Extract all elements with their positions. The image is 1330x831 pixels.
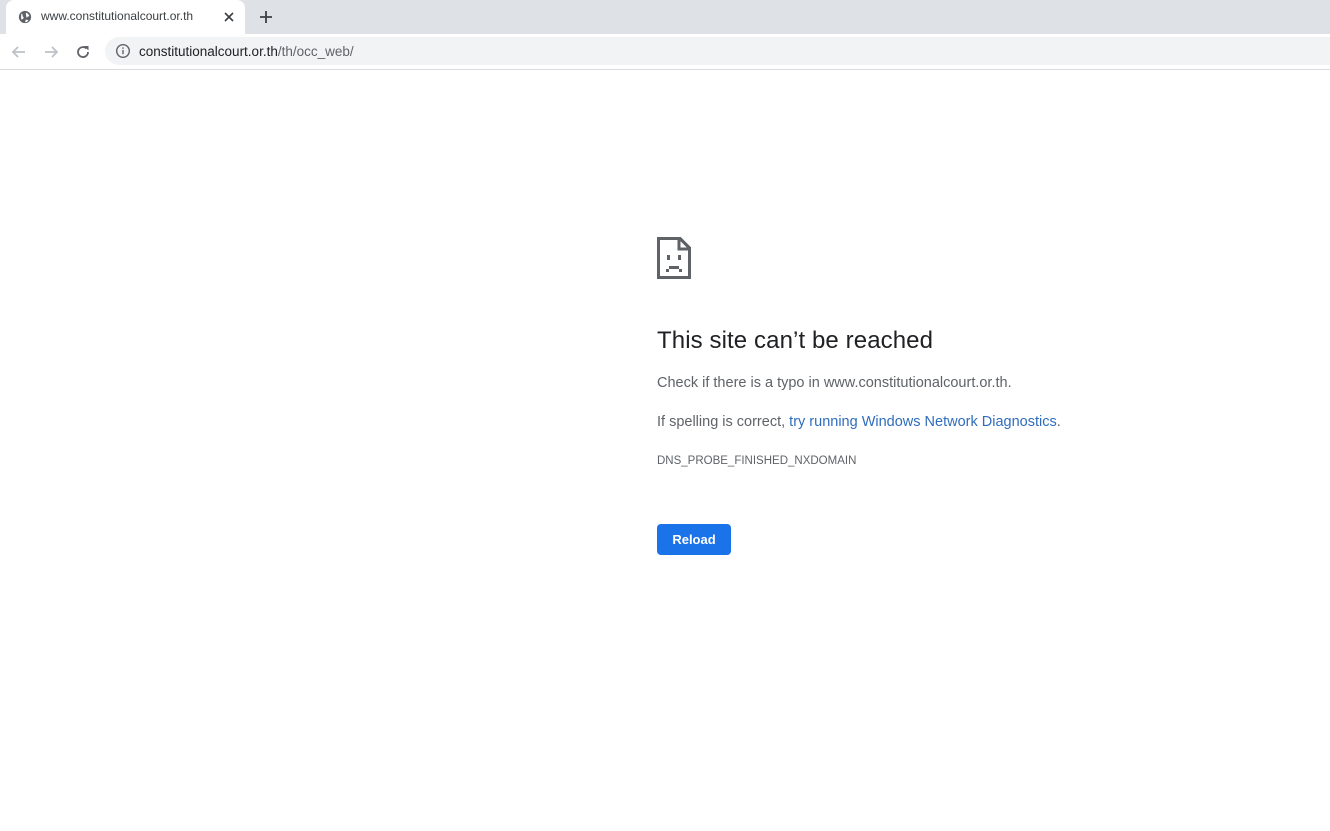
tab-strip: www.constitutionalcourt.or.th bbox=[0, 0, 1330, 34]
close-icon[interactable] bbox=[222, 10, 236, 24]
browser-toolbar: constitutionalcourt.or.th/th/occ_web/ bbox=[0, 34, 1330, 70]
globe-icon bbox=[18, 10, 32, 24]
spelling-prefix: If spelling is correct, bbox=[657, 414, 790, 430]
url-text[interactable]: constitutionalcourt.or.th/th/occ_web/ bbox=[139, 44, 354, 59]
forward-arrow-icon[interactable] bbox=[42, 43, 60, 61]
typo-suggestion: Check if there is a typo in www.constitu… bbox=[657, 375, 1012, 391]
url-path: /th/occ_web/ bbox=[277, 44, 354, 59]
url-host: constitutionalcourt.or.th bbox=[139, 44, 278, 59]
tab-title: www.constitutionalcourt.or.th bbox=[41, 9, 194, 23]
info-icon[interactable] bbox=[115, 43, 131, 59]
error-heading: This site can’t be reached bbox=[657, 327, 934, 354]
reload-icon[interactable] bbox=[74, 43, 92, 61]
address-bar[interactable]: constitutionalcourt.or.th/th/occ_web/ bbox=[105, 37, 1330, 65]
diagnostics-link[interactable]: try running Windows Network Diagnostics bbox=[789, 414, 1057, 430]
back-arrow-icon[interactable] bbox=[10, 43, 28, 61]
spelling-suggestion: If spelling is correct, try running Wind… bbox=[657, 414, 1061, 430]
tab-active[interactable]: www.constitutionalcourt.or.th bbox=[6, 0, 245, 34]
plus-icon[interactable] bbox=[258, 9, 274, 25]
reload-button[interactable]: Reload bbox=[657, 524, 731, 555]
error-code: DNS_PROBE_FINISHED_NXDOMAIN bbox=[657, 455, 857, 467]
spelling-suffix: . bbox=[1056, 414, 1061, 430]
sad-page-icon bbox=[657, 237, 691, 279]
